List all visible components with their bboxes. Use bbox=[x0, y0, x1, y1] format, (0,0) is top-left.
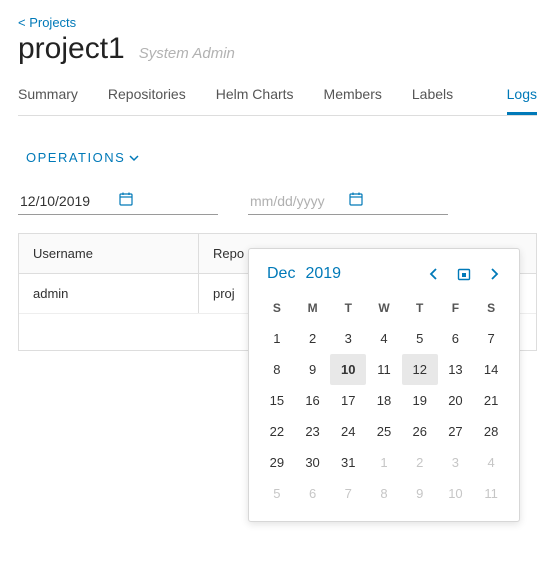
title-row: project1 System Admin bbox=[18, 32, 537, 66]
calendar-day[interactable]: 29 bbox=[259, 447, 295, 478]
picker-year-button[interactable]: 2019 bbox=[305, 265, 341, 283]
calendar-day[interactable]: 9 bbox=[295, 354, 331, 385]
calendar-day[interactable]: 20 bbox=[438, 385, 474, 416]
calendar-day[interactable]: 2 bbox=[295, 323, 331, 354]
calendar-day: 11 bbox=[473, 478, 509, 509]
calendar-grid: SMTWTFS123456789101112131415161718192021… bbox=[259, 293, 509, 509]
date-from-value: 12/10/2019 bbox=[20, 193, 118, 209]
calendar-day[interactable]: 25 bbox=[366, 416, 402, 447]
calendar-day[interactable]: 18 bbox=[366, 385, 402, 416]
calendar-day[interactable]: 6 bbox=[438, 323, 474, 354]
tab-members[interactable]: Members bbox=[324, 76, 382, 115]
calendar-day[interactable]: 8 bbox=[259, 354, 295, 385]
tab-summary[interactable]: Summary bbox=[18, 76, 78, 115]
calendar-day[interactable]: 30 bbox=[295, 447, 331, 478]
calendar-day: 3 bbox=[438, 447, 474, 478]
page-subtitle: System Admin bbox=[139, 45, 235, 62]
page-title: project1 bbox=[18, 32, 125, 66]
calendar-day: 4 bbox=[473, 447, 509, 478]
calendar-day: 2 bbox=[402, 447, 438, 478]
tabs: Summary Repositories Helm Charts Members Lab… bbox=[18, 76, 537, 116]
calendar-day[interactable]: 12 bbox=[402, 354, 438, 385]
dow-header: M bbox=[295, 293, 331, 323]
date-range-row: 12/10/2019 mm/dd/yyyy bbox=[18, 187, 537, 215]
calendar-today-icon bbox=[457, 267, 471, 281]
chevron-left-icon bbox=[427, 267, 441, 281]
cell-username: admin bbox=[19, 274, 199, 313]
calendar-icon[interactable] bbox=[348, 191, 446, 210]
date-picker: Dec 2019 SMTWTFS123456789101112131415161… bbox=[248, 248, 520, 522]
date-to-field[interactable]: mm/dd/yyyy bbox=[248, 187, 448, 215]
tab-helm-charts[interactable]: Helm Charts bbox=[216, 76, 294, 115]
calendar-icon[interactable] bbox=[118, 191, 216, 210]
calendar-day: 5 bbox=[259, 478, 295, 509]
calendar-day[interactable]: 15 bbox=[259, 385, 295, 416]
date-picker-header: Dec 2019 bbox=[259, 265, 509, 293]
calendar-day[interactable]: 1 bbox=[259, 323, 295, 354]
dow-header: S bbox=[473, 293, 509, 323]
calendar-day[interactable]: 23 bbox=[295, 416, 331, 447]
calendar-day[interactable]: 3 bbox=[330, 323, 366, 354]
prev-month-button[interactable] bbox=[427, 267, 441, 281]
calendar-day: 9 bbox=[402, 478, 438, 509]
calendar-day[interactable]: 28 bbox=[473, 416, 509, 447]
tab-repositories[interactable]: Repositories bbox=[108, 76, 186, 115]
calendar-day[interactable]: 21 bbox=[473, 385, 509, 416]
calendar-day: 6 bbox=[295, 478, 331, 509]
today-button[interactable] bbox=[457, 267, 471, 281]
calendar-day[interactable]: 31 bbox=[330, 447, 366, 478]
calendar-day[interactable]: 7 bbox=[473, 323, 509, 354]
chevron-right-icon bbox=[487, 267, 501, 281]
dow-header: S bbox=[259, 293, 295, 323]
picker-month-button[interactable]: Dec bbox=[267, 265, 295, 283]
dow-header: F bbox=[438, 293, 474, 323]
back-link[interactable]: < Projects bbox=[18, 15, 76, 30]
date-from-field[interactable]: 12/10/2019 bbox=[18, 187, 218, 215]
calendar-day: 8 bbox=[366, 478, 402, 509]
chevron-down-icon bbox=[129, 153, 139, 163]
calendar-day[interactable]: 13 bbox=[438, 354, 474, 385]
calendar-day[interactable]: 10 bbox=[330, 354, 366, 385]
calendar-day[interactable]: 26 bbox=[402, 416, 438, 447]
calendar-day[interactable]: 4 bbox=[366, 323, 402, 354]
calendar-day[interactable]: 11 bbox=[366, 354, 402, 385]
calendar-day[interactable]: 27 bbox=[438, 416, 474, 447]
next-month-button[interactable] bbox=[487, 267, 501, 281]
calendar-day[interactable]: 16 bbox=[295, 385, 331, 416]
calendar-day: 10 bbox=[438, 478, 474, 509]
calendar-day: 7 bbox=[330, 478, 366, 509]
date-to-placeholder: mm/dd/yyyy bbox=[250, 193, 348, 209]
dow-header: W bbox=[366, 293, 402, 323]
tab-logs[interactable]: Logs bbox=[507, 76, 537, 115]
operations-dropdown[interactable]: OPERATIONS bbox=[26, 150, 537, 165]
calendar-day[interactable]: 19 bbox=[402, 385, 438, 416]
calendar-day: 1 bbox=[366, 447, 402, 478]
dow-header: T bbox=[330, 293, 366, 323]
th-username[interactable]: Username bbox=[19, 234, 199, 273]
operations-label: OPERATIONS bbox=[26, 150, 125, 165]
dow-header: T bbox=[402, 293, 438, 323]
calendar-day[interactable]: 22 bbox=[259, 416, 295, 447]
calendar-day[interactable]: 14 bbox=[473, 354, 509, 385]
tab-labels[interactable]: Labels bbox=[412, 76, 453, 115]
calendar-day[interactable]: 24 bbox=[330, 416, 366, 447]
calendar-day[interactable]: 17 bbox=[330, 385, 366, 416]
calendar-day[interactable]: 5 bbox=[402, 323, 438, 354]
